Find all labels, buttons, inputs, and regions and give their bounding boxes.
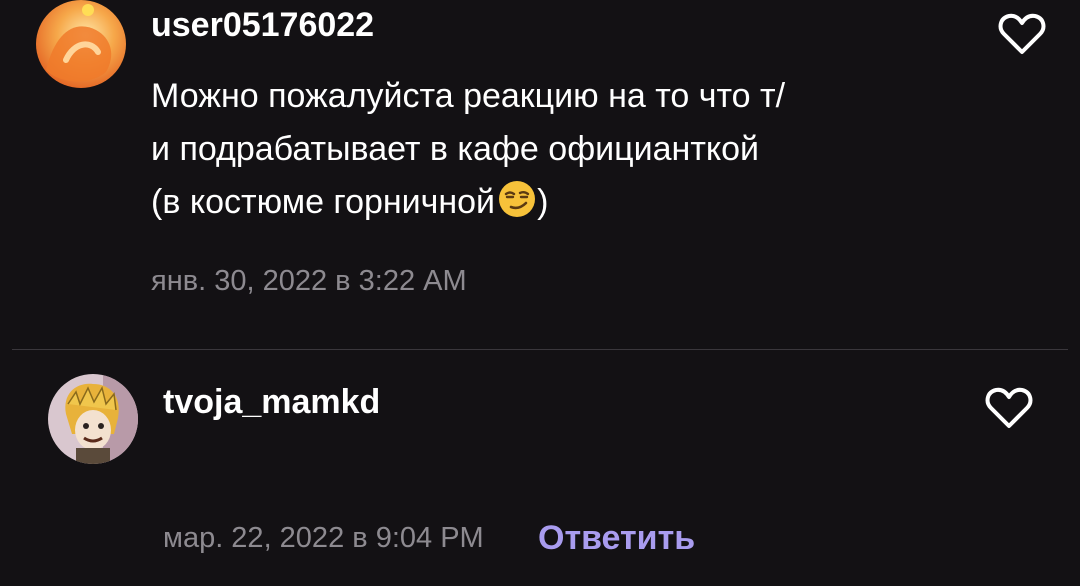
reply-button[interactable]: Ответить [538, 519, 695, 558]
avatar[interactable] [36, 0, 126, 88]
comment-username[interactable]: tvoja_mamkd [163, 383, 380, 422]
comment-text-line: Можно пожалуйста реакцию на то что т/ [151, 77, 786, 115]
comment-text-line: и подрабатывает в кафе официанткой [151, 130, 760, 168]
like-button[interactable] [985, 386, 1033, 430]
comment-text-segment: ) [537, 183, 549, 221]
like-button[interactable] [998, 12, 1046, 56]
comment-divider [12, 349, 1068, 350]
smirking-face-emoji-icon [499, 181, 536, 217]
comment-text-line: (в костюме горничной ) [151, 176, 785, 229]
comment-text-segment: (в костюме горничной [151, 183, 496, 221]
avatar-image [36, 0, 126, 88]
comment-timestamp: мар. 22, 2022 в 9:04 PM [163, 522, 484, 554]
heart-outline-icon [998, 13, 1046, 54]
comment-username[interactable]: user05176022 [151, 6, 374, 45]
heart-outline-icon [985, 387, 1033, 428]
avatar-image [48, 374, 138, 464]
comment-text: Можно пожалуйста реакцию на то что т/ и … [151, 70, 785, 229]
avatar[interactable] [48, 374, 138, 464]
comment-timestamp: янв. 30, 2022 в 3:22 AM [151, 265, 467, 297]
